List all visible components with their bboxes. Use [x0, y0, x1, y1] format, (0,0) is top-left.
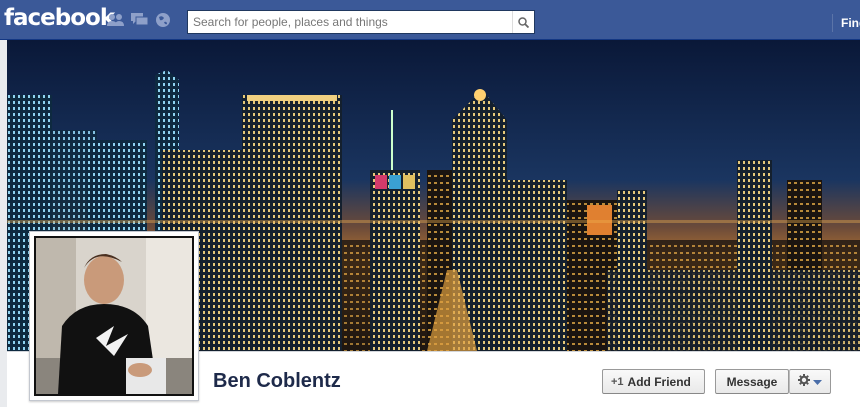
globe-notifications-icon[interactable] — [154, 12, 172, 28]
search-input[interactable] — [188, 11, 512, 33]
search-box — [187, 10, 535, 34]
add-friend-label: Add Friend — [627, 374, 691, 389]
profile-name[interactable]: Ben Coblentz — [213, 370, 341, 393]
notification-jewels — [106, 12, 172, 28]
top-navigation-bar: facebook Find — [0, 0, 860, 40]
messages-icon[interactable] — [130, 12, 148, 28]
nav-divider — [832, 14, 833, 32]
nav-link-find[interactable]: Find — [841, 16, 860, 30]
profile-picture[interactable] — [34, 236, 194, 396]
options-dropdown-button[interactable] — [789, 369, 831, 394]
profile-picture-frame[interactable] — [29, 231, 199, 401]
nav-right: Find — [832, 14, 860, 32]
search-button[interactable] — [512, 11, 534, 33]
add-friend-button[interactable]: +1 Add Friend — [602, 369, 705, 394]
gear-icon — [798, 374, 810, 389]
search-icon — [518, 16, 529, 28]
message-button[interactable]: Message — [715, 369, 789, 394]
message-label: Message — [726, 374, 778, 389]
facebook-logo[interactable]: facebook — [4, 5, 115, 31]
caret-down-icon — [813, 375, 822, 389]
friend-requests-icon[interactable] — [106, 12, 124, 28]
add-friend-icon: +1 — [611, 375, 624, 388]
